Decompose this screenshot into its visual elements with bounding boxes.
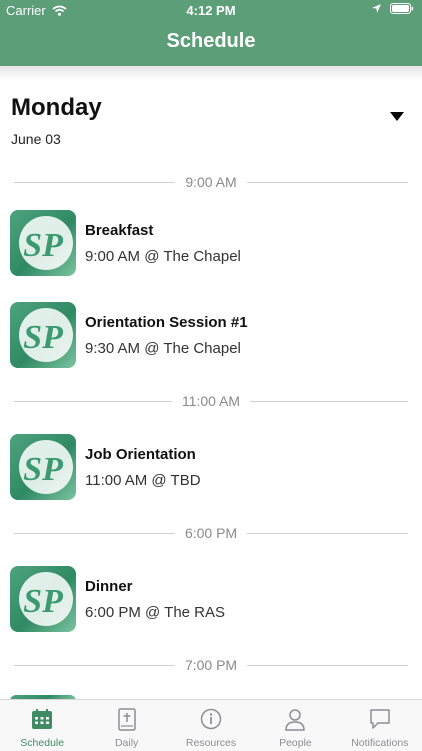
event-logo: SP bbox=[10, 566, 76, 632]
tab-label: Daily bbox=[114, 737, 139, 749]
time-separator: 11:00 AM bbox=[14, 392, 408, 410]
tab-notifications[interactable]: Notifications bbox=[338, 700, 422, 751]
header-shadow bbox=[0, 66, 422, 80]
tab-label: Schedule bbox=[20, 737, 65, 749]
tab-people[interactable]: People bbox=[253, 700, 337, 751]
page-title: Schedule bbox=[166, 30, 256, 52]
day-dropdown-icon[interactable] bbox=[390, 112, 404, 121]
separator-label: 11:00 AM bbox=[181, 393, 241, 409]
svg-text:SP: SP bbox=[23, 583, 63, 620]
header-bar: Carrier 4:12 PM Schedule bbox=[0, 0, 422, 66]
separator-label: 7:00 PM bbox=[184, 657, 238, 673]
event-title: Orientation Session #1 bbox=[85, 314, 248, 331]
tab-resources[interactable]: Resources bbox=[169, 700, 253, 751]
separator-label: 9:00 AM bbox=[185, 174, 237, 190]
event-logo: SP bbox=[10, 302, 76, 368]
time-separator: 6:00 PM bbox=[14, 524, 409, 542]
event-logo: SP bbox=[10, 210, 76, 276]
tab-label: People bbox=[279, 737, 312, 749]
status-right bbox=[371, 3, 414, 14]
battery-icon bbox=[390, 3, 414, 14]
time-separator: 9:00 AM bbox=[14, 173, 408, 191]
clock: 4:12 PM bbox=[186, 3, 236, 18]
svg-text:SP: SP bbox=[23, 451, 63, 488]
event-title: Dinner bbox=[85, 578, 133, 595]
separator-label: 6:00 PM bbox=[184, 525, 238, 541]
event-row[interactable]: SP Job Orientation 11:00 AM @ TBD bbox=[10, 434, 410, 502]
event-logo: SP bbox=[10, 434, 76, 500]
info-icon bbox=[200, 708, 222, 730]
tab-label: Notifications bbox=[351, 737, 409, 749]
location-arrow-icon bbox=[372, 4, 381, 13]
event-title: Breakfast bbox=[85, 222, 154, 239]
event-subtitle: 9:00 AM @ The Chapel bbox=[85, 248, 241, 265]
day-title: Monday bbox=[11, 94, 102, 121]
tab-daily[interactable]: Daily bbox=[84, 700, 168, 751]
chat-bubble-icon bbox=[370, 709, 390, 729]
event-row[interactable]: SP Orientation Session #1 9:30 AM @ The … bbox=[10, 302, 410, 370]
event-row[interactable]: SP Breakfast 9:00 AM @ The Chapel bbox=[10, 210, 410, 278]
tab-schedule[interactable]: Schedule bbox=[0, 700, 84, 751]
svg-text:SP: SP bbox=[23, 227, 63, 264]
event-subtitle: 9:30 AM @ The Chapel bbox=[85, 340, 241, 357]
event-subtitle: 11:00 AM @ TBD bbox=[85, 472, 201, 489]
bible-icon bbox=[117, 708, 136, 731]
calendar-icon bbox=[32, 709, 53, 729]
event-subtitle: 6:00 PM @ The RAS bbox=[85, 604, 226, 621]
person-icon bbox=[285, 709, 306, 731]
event-title: Job Orientation bbox=[85, 446, 196, 463]
event-row[interactable]: SP Dinner 6:00 PM @ The RAS bbox=[10, 566, 410, 634]
svg-text:SP: SP bbox=[23, 319, 63, 356]
time-separator: 7:00 PM bbox=[14, 656, 409, 674]
status-bar: Carrier 4:12 PM bbox=[0, 0, 422, 22]
tab-label: Resources bbox=[185, 737, 237, 749]
day-date: June 03 bbox=[11, 131, 61, 147]
tab-bar: Schedule Daily Resources People Notifica… bbox=[0, 699, 422, 751]
